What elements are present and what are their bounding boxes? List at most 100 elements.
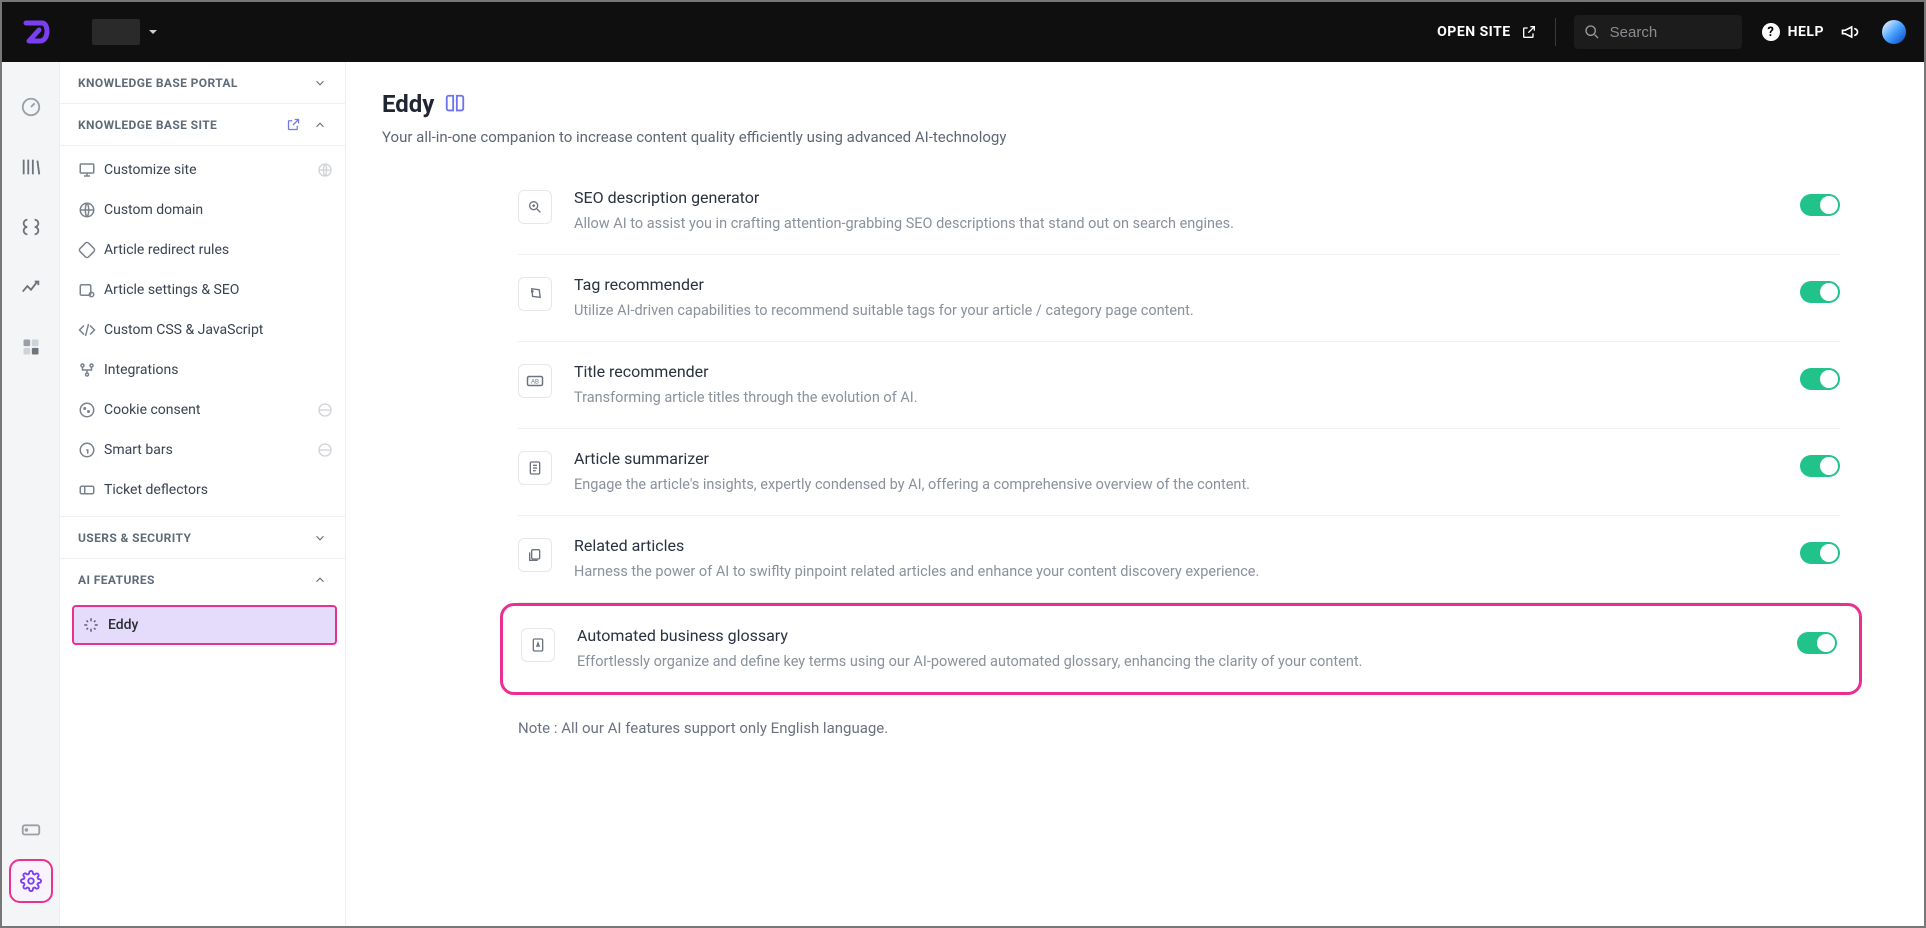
rail-drive[interactable] (14, 812, 48, 846)
book-icon[interactable] (444, 93, 466, 115)
sparkle-icon (82, 616, 108, 634)
setting-seo-description-generator: SEO description generator Allow AI to as… (518, 168, 1840, 255)
setting-title: Article summarizer (574, 449, 1772, 468)
topbar: OPEN SITE ? HELP (2, 2, 1924, 62)
stack-icon (518, 538, 552, 572)
chevron-up-icon (313, 118, 327, 132)
section-ai-features[interactable]: AI FEATURES (60, 559, 345, 601)
megaphone-icon[interactable] (1840, 22, 1860, 42)
rail-settings[interactable] (14, 864, 48, 898)
setting-desc: Allow AI to assist you in crafting atten… (574, 213, 1772, 234)
setting-title: Related articles (574, 536, 1772, 555)
nav-label: Article redirect rules (104, 242, 229, 258)
main-content: Eddy Your all-in-one companion to increa… (346, 62, 1924, 926)
setting-related-articles: Related articles Harness the power of AI… (518, 516, 1840, 603)
globe-icon (317, 162, 333, 178)
redirect-icon (78, 241, 104, 259)
nav-rail (2, 62, 60, 926)
external-link-icon (1521, 24, 1537, 40)
globe-icon (317, 442, 333, 458)
setting-desc: Engage the article's insights, expertly … (574, 474, 1772, 495)
section-kb-site[interactable]: KNOWLEDGE BASE SITE (60, 104, 345, 146)
search-input[interactable] (1610, 24, 1710, 41)
open-site-label: OPEN SITE (1437, 24, 1510, 40)
toggle-title-recommender[interactable] (1800, 368, 1840, 390)
globe-icon (78, 201, 104, 219)
setting-desc: Utilize AI-driven capabilities to recomm… (574, 300, 1772, 321)
help-label: HELP (1788, 24, 1824, 40)
nav-article-settings-seo[interactable]: Article settings & SEO (60, 270, 345, 310)
svg-text:AB: AB (531, 379, 539, 385)
search-seo-icon (518, 190, 552, 224)
chevron-down-icon (313, 531, 327, 545)
setting-desc: Harness the power of AI to swiflty pinpo… (574, 561, 1772, 582)
toggle-article-summarizer[interactable] (1800, 455, 1840, 477)
footnote: Note : All our AI features support only … (518, 719, 1840, 737)
nav-integrations[interactable]: Integrations (60, 350, 345, 390)
global-search[interactable] (1574, 15, 1742, 49)
setting-title: SEO description generator (574, 188, 1772, 207)
cookie-icon (78, 401, 104, 419)
nav-cookie-consent[interactable]: Cookie consent (60, 390, 345, 430)
caret-down-icon[interactable] (148, 27, 158, 37)
setting-automated-business-glossary: Automated business glossary Effortlessly… (500, 603, 1862, 695)
section-label: USERS & SECURITY (78, 531, 191, 545)
title-icon: AB (518, 364, 552, 398)
monitor-icon (78, 161, 104, 179)
rail-api[interactable] (14, 210, 48, 244)
nav-label: Article settings & SEO (104, 282, 239, 298)
help-icon: ? (1762, 23, 1780, 41)
tag-icon (518, 277, 552, 311)
workspace-badge[interactable] (92, 19, 140, 45)
open-kb-site-icon[interactable] (286, 117, 301, 132)
toggle-tag-recommender[interactable] (1800, 281, 1840, 303)
rail-library[interactable] (14, 150, 48, 184)
settings-sidebar: KNOWLEDGE BASE PORTAL KNOWLEDGE BASE SIT… (60, 62, 346, 926)
nav-label: Smart bars (104, 442, 173, 458)
section-label: AI FEATURES (78, 573, 155, 587)
section-users-security[interactable]: USERS & SECURITY (60, 517, 345, 559)
nav-label: Custom domain (104, 202, 203, 218)
nav-customize-site[interactable]: Customize site (60, 150, 345, 190)
avatar[interactable] (1882, 20, 1906, 44)
nav-smart-bars[interactable]: Smart bars (60, 430, 345, 470)
nav-redirect-rules[interactable]: Article redirect rules (60, 230, 345, 270)
section-label: KNOWLEDGE BASE SITE (78, 118, 217, 132)
setting-desc: Transforming article titles through the … (574, 387, 1772, 408)
page-subtitle: Your all-in-one companion to increase co… (382, 128, 1882, 146)
open-site-button[interactable]: OPEN SITE (1437, 24, 1536, 40)
page-title: Eddy (382, 90, 434, 118)
code-icon (78, 321, 104, 339)
nav-custom-domain[interactable]: Custom domain (60, 190, 345, 230)
nav-label: Cookie consent (104, 402, 200, 418)
setting-title-recommender: AB Title recommender Transforming articl… (518, 342, 1840, 429)
nav-label: Eddy (108, 617, 138, 633)
setting-title: Automated business glossary (577, 626, 1769, 645)
chevron-up-icon (313, 573, 327, 587)
rail-dashboard[interactable] (14, 90, 48, 124)
setting-desc: Effortlessly organize and define key ter… (577, 651, 1769, 672)
divider (1555, 18, 1556, 46)
section-kb-portal[interactable]: KNOWLEDGE BASE PORTAL (60, 62, 345, 104)
chevron-down-icon (313, 76, 327, 90)
app-logo[interactable] (22, 17, 52, 47)
toggle-related-articles[interactable] (1800, 542, 1840, 564)
nav-custom-css-js[interactable]: Custom CSS & JavaScript (60, 310, 345, 350)
nav-label: Integrations (104, 362, 178, 378)
setting-title: Tag recommender (574, 275, 1772, 294)
rail-analytics[interactable] (14, 270, 48, 304)
nav-label: Ticket deflectors (104, 482, 208, 498)
rail-widgets[interactable] (14, 330, 48, 364)
nav-label: Customize site (104, 162, 197, 178)
help-button[interactable]: ? HELP (1762, 23, 1824, 41)
ticket-icon (78, 481, 104, 499)
setting-title: Title recommender (574, 362, 1772, 381)
nav-label: Custom CSS & JavaScript (104, 322, 263, 338)
integrations-icon (78, 361, 104, 379)
toggle-automated-business-glossary[interactable] (1797, 632, 1837, 654)
nav-ticket-deflectors[interactable]: Ticket deflectors (60, 470, 345, 510)
info-icon (78, 441, 104, 459)
nav-eddy[interactable]: Eddy (72, 605, 337, 645)
kb-site-nav: Customize site Custom domain Article red… (60, 146, 345, 517)
toggle-seo-description-generator[interactable] (1800, 194, 1840, 216)
